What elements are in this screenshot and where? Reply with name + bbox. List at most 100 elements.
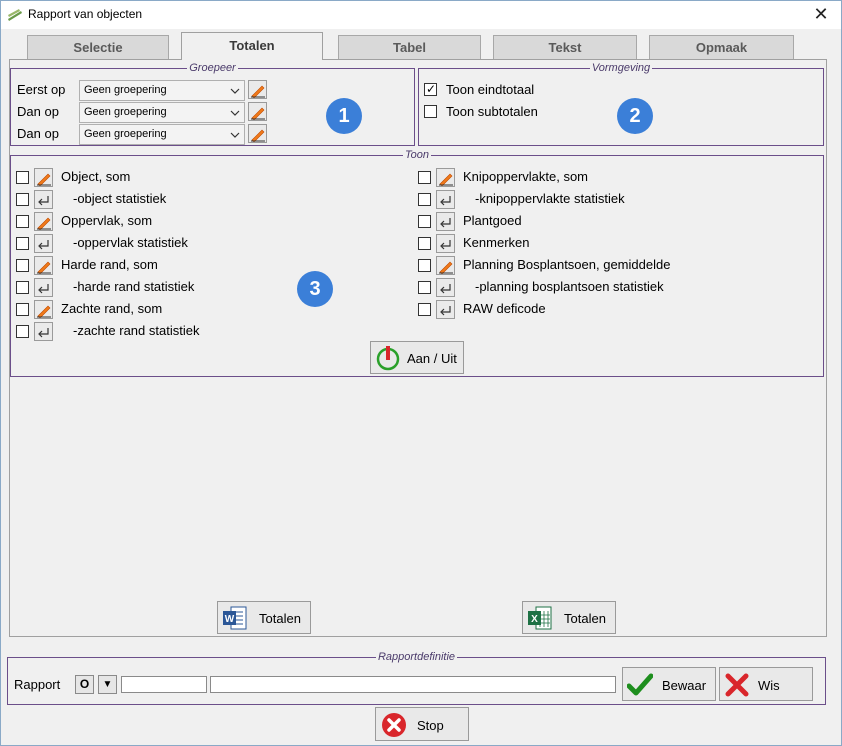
toon-right-label-1: -knipoppervlakte statistiek [475,191,625,206]
toon-left-option-button-4[interactable] [34,256,53,275]
toon-left-option-button-0[interactable] [34,168,53,187]
toon-left-checkbox-2[interactable] [16,215,29,228]
toon-left-checkbox-7[interactable] [16,325,29,338]
chevron-down-icon [230,132,240,138]
toon-left-checkbox-0[interactable] [16,171,29,184]
toon-right-label-3: Kenmerken [463,235,530,250]
pencil-icon [37,305,51,318]
tab-totalen[interactable]: Totalen [181,32,323,60]
stop-button[interactable]: Stop [375,707,469,741]
toon-right-checkbox-2[interactable] [418,215,431,228]
export-word-button[interactable]: W Totalen [217,601,311,634]
toon-left-label-6: Zachte rand, som [61,301,163,316]
aan-uit-label: Aan / Uit [407,351,457,366]
toon-right-option-button-4[interactable] [436,256,455,275]
group-select-2-value: Geen groepering [84,106,167,118]
wis-button[interactable]: Wis [719,667,813,701]
svg-text:W: W [225,614,235,625]
group-select-2[interactable]: Geen groepering [79,102,245,123]
pencil-icon [251,107,265,120]
enter-icon [440,218,451,228]
checkmark-icon [627,673,653,696]
enter-icon [38,240,49,250]
group-select-3-value: Geen groepering [84,128,167,140]
toon-legend: Toon [404,149,430,161]
toon-right-label-4: Planning Bosplantsoen, gemiddelde [463,257,671,272]
enter-icon [440,240,451,250]
toon-subtotalen-checkbox[interactable] [424,105,437,118]
group-edit-button-2[interactable] [248,102,267,121]
toon-right-checkbox-1[interactable] [418,193,431,206]
enter-icon [440,196,451,206]
toon-left-option-button-3[interactable] [34,234,53,253]
toon-right-option-button-1[interactable] [436,190,455,209]
pencil-icon [37,217,51,230]
enter-icon [440,306,451,316]
power-icon [376,346,400,371]
pencil-icon [251,85,265,98]
toon-left-label-7: -zachte rand statistiek [73,323,200,338]
tab-tekst[interactable]: Tekst [493,35,637,59]
toon-left-option-button-1[interactable] [34,190,53,209]
tab-opmaak[interactable]: Opmaak [649,35,794,59]
bewaar-button[interactable]: Bewaar [622,667,716,701]
toon-right-checkbox-4[interactable] [418,259,431,272]
excel-icon: X [528,606,552,630]
toon-left-checkbox-1[interactable] [16,193,29,206]
tab-tabel[interactable]: Tabel [338,35,481,59]
toon-left-checkbox-5[interactable] [16,281,29,294]
vormgeving-legend: Vormgeving [591,62,651,74]
toon-left-option-button-6[interactable] [34,300,53,319]
enter-icon [440,284,451,294]
badge-1: 1 [326,98,362,134]
pencil-icon [439,173,453,186]
toon-right-label-0: Knipoppervlakte, som [463,169,589,184]
toon-eindtotaal-checkbox[interactable]: ✓ [424,82,437,96]
badge-2: 2 [617,98,653,134]
toon-right-checkbox-5[interactable] [418,281,431,294]
rapportdefinitie-legend: Rapportdefinitie [377,651,456,663]
group-edit-button-3[interactable] [248,124,267,143]
report-window: Rapport van objecten ✕ Selectie Totalen … [0,0,842,746]
toon-right-option-button-5[interactable] [436,278,455,297]
app-icon [8,9,22,21]
toon-right-option-button-6[interactable] [436,300,455,319]
close-icon[interactable]: ✕ [809,4,833,26]
group-select-3[interactable]: Geen groepering [79,124,245,145]
toon-left-checkbox-3[interactable] [16,237,29,250]
toon-left-option-button-2[interactable] [34,212,53,231]
toon-left-label-5: -harde rand statistiek [73,279,195,294]
toon-left-checkbox-4[interactable] [16,259,29,272]
open-report-button[interactable]: O [75,675,94,694]
toon-subtotalen-label: Toon subtotalen [446,104,538,119]
toon-right-option-button-0[interactable] [436,168,455,187]
badge-3: 3 [297,271,333,307]
export-excel-button[interactable]: X Totalen [522,601,616,634]
tab-selectie[interactable]: Selectie [27,35,169,59]
toon-right-option-button-3[interactable] [436,234,455,253]
toon-eindtotaal-label: Toon eindtotaal [446,82,535,97]
toon-left-option-button-5[interactable] [34,278,53,297]
report-code-input[interactable] [121,676,207,693]
toon-right-label-2: Plantgoed [463,213,522,228]
group-row-1-label: Eerst op [17,82,66,97]
report-dropdown-button[interactable]: ▼ [98,675,117,694]
stop-icon [382,713,406,737]
group-select-1[interactable]: Geen groepering [79,80,245,101]
export-word-label: Totalen [259,611,301,626]
toon-right-checkbox-6[interactable] [418,303,431,316]
toon-left-option-button-7[interactable] [34,322,53,341]
toon-right-label-6: RAW deficode [463,301,546,316]
report-name-input[interactable] [210,676,616,693]
toon-left-checkbox-6[interactable] [16,303,29,316]
toon-right-option-button-2[interactable] [436,212,455,231]
enter-icon [38,196,49,206]
checkmark-icon: ✓ [426,82,437,96]
toon-right-checkbox-0[interactable] [418,171,431,184]
group-edit-button-1[interactable] [248,80,267,99]
toon-right-label-5: -planning bosplantsoen statistiek [475,279,664,294]
toon-right-checkbox-3[interactable] [418,237,431,250]
toon-left-label-2: Oppervlak, som [61,213,153,228]
pencil-icon [37,173,51,186]
aan-uit-button[interactable]: Aan / Uit [370,341,464,374]
